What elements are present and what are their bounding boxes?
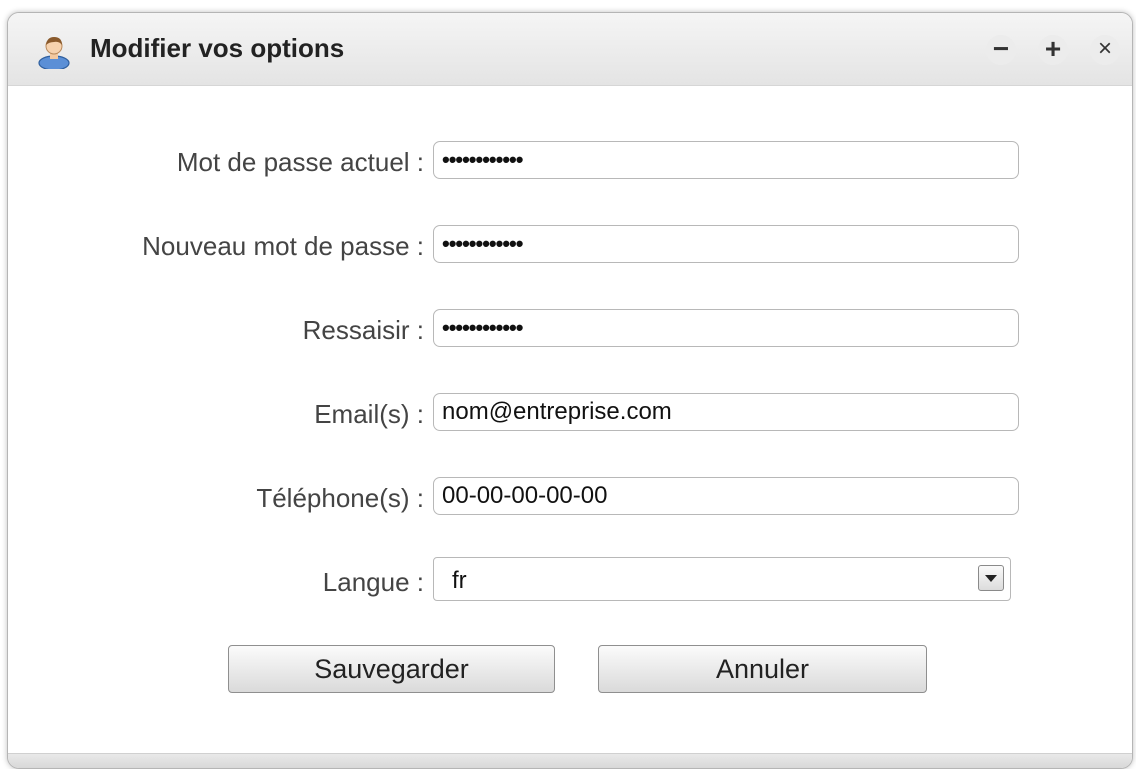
title-bar[interactable]: Modifier vos options − + × [8,13,1132,86]
new-password-label: Nouveau mot de passe : [142,231,424,261]
user-icon [36,33,72,71]
email-field[interactable] [433,393,1019,431]
save-button[interactable]: Sauvegarder [228,645,555,693]
language-select[interactable]: fr [433,557,1011,601]
minimize-icon[interactable]: − [986,35,1016,65]
phone-field[interactable] [433,477,1019,515]
email-label: Email(s) : [314,399,424,429]
confirm-password-label: Ressaisir : [302,315,424,345]
options-dialog: Modifier vos options − + × Mot de passe … [7,12,1133,769]
current-password-label: Mot de passe actuel : [176,147,424,177]
window-footer [8,753,1132,768]
chevron-down-icon[interactable] [978,565,1004,591]
cancel-button[interactable]: Annuler [598,645,927,693]
confirm-password-field[interactable] [433,309,1019,347]
new-password-row: Nouveau mot de passe : [8,225,1132,269]
email-row: Email(s) : [8,393,1132,437]
phone-label: Téléphone(s) : [256,483,424,513]
language-row: Langue : fr [8,557,1132,601]
new-password-field[interactable] [433,225,1019,263]
language-selected-value: fr [452,567,467,594]
confirm-password-row: Ressaisir : [8,309,1132,353]
phone-row: Téléphone(s) : [8,477,1132,521]
current-password-field[interactable] [433,141,1019,179]
close-icon[interactable]: × [1090,35,1120,65]
maximize-icon[interactable]: + [1038,35,1068,65]
dialog-title: Modifier vos options [90,33,345,63]
language-label: Langue : [322,567,424,597]
current-password-row: Mot de passe actuel : [8,141,1132,185]
